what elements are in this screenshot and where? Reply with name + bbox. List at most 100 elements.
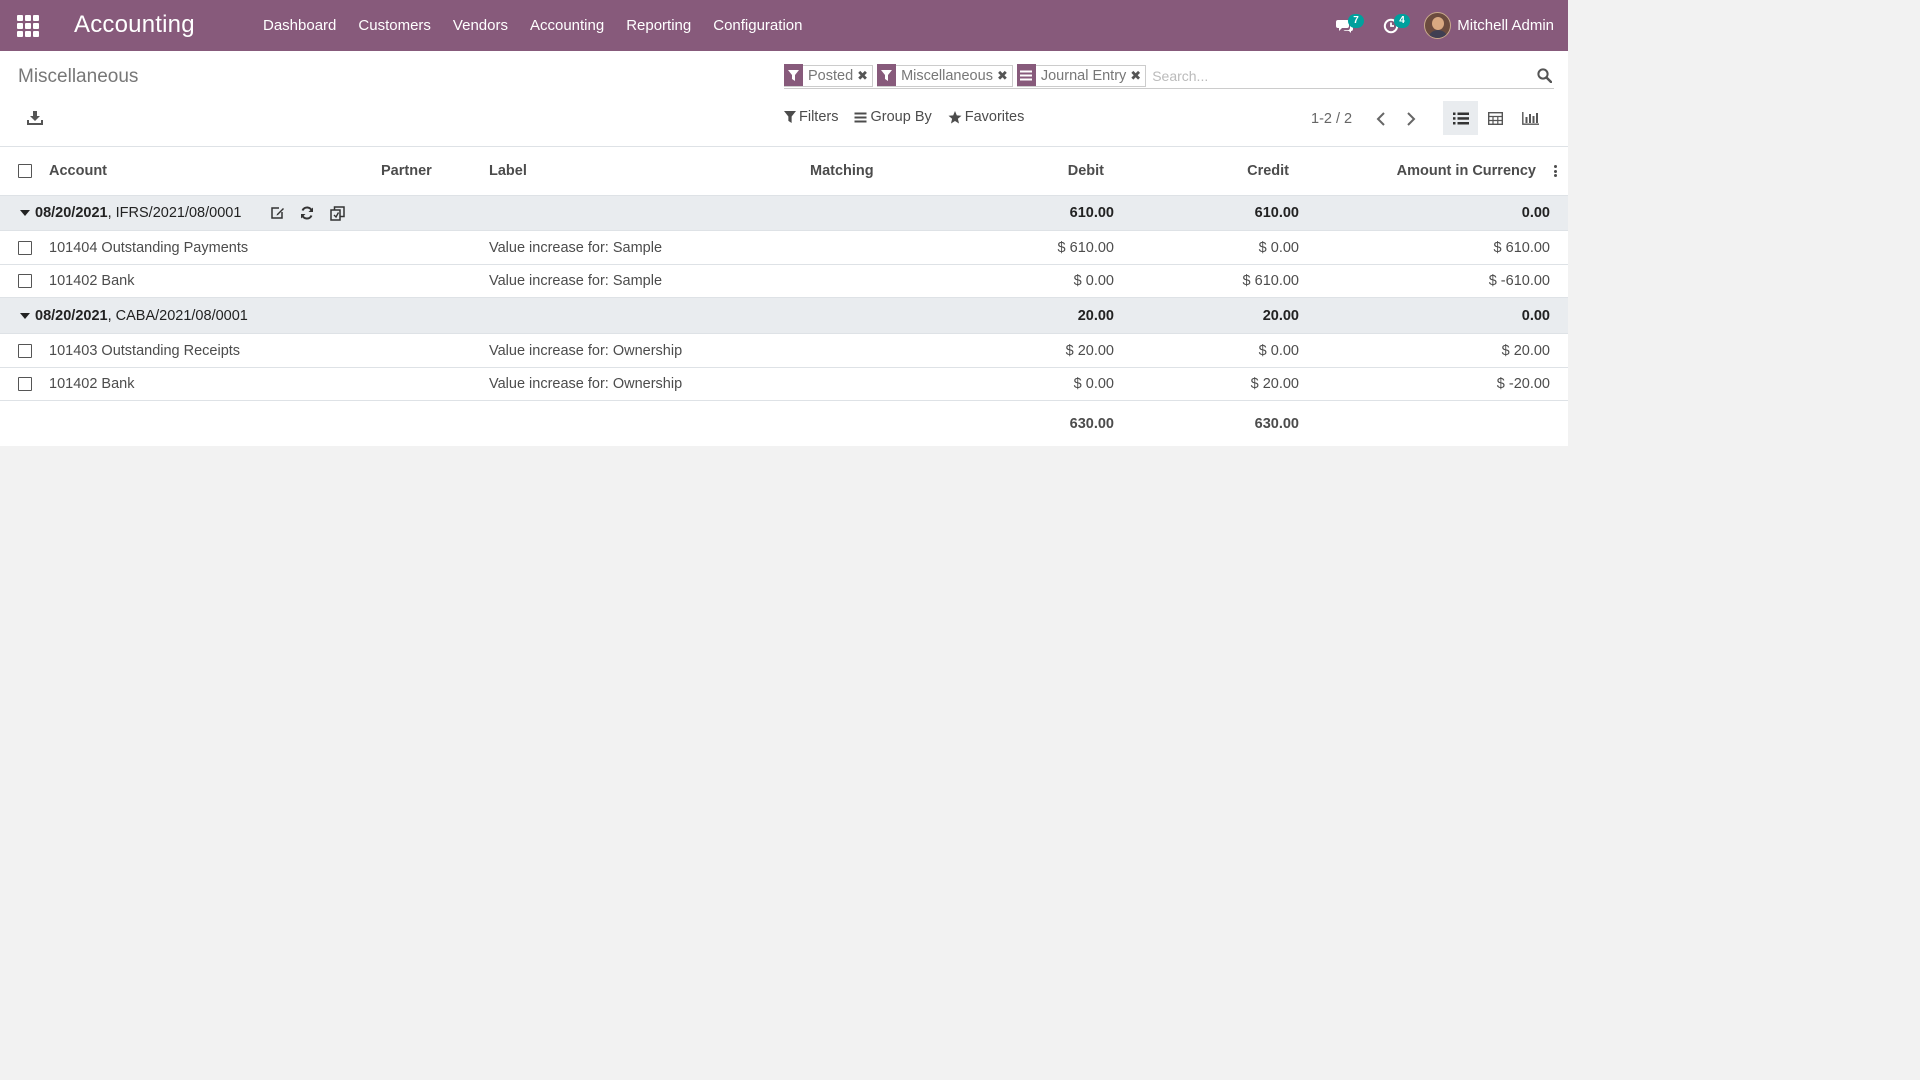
group-by-icon — [1016, 64, 1036, 86]
cell-amount-currency: $ 610.00 — [1493, 239, 1550, 256]
graph-view-button[interactable] — [1513, 101, 1548, 135]
facet-posted: Posted ✖ — [784, 64, 874, 87]
pager-previous[interactable] — [1366, 109, 1396, 129]
cell-label: Value increase for: Ownership — [489, 376, 683, 392]
column-credit[interactable]: Credit — [1140, 147, 1289, 195]
menu-accounting[interactable]: Accounting — [519, 0, 615, 51]
top-menu: Dashboard Customers Vendors Accounting R… — [252, 0, 813, 51]
cell-amount-currency: $ 20.00 — [1501, 342, 1550, 359]
bars-icon — [854, 112, 867, 122]
table-header: Account Partner Label Matching Debit Cre… — [0, 147, 1568, 196]
cell-debit: $ 0.00 — [1073, 376, 1114, 392]
pager-next[interactable] — [1396, 109, 1426, 129]
cell-debit: $ 610.00 — [1057, 239, 1114, 256]
refresh-group-button[interactable] — [292, 203, 322, 223]
table-row[interactable]: 101403 Outstanding Receipts Value increa… — [0, 334, 1568, 368]
app-brand[interactable]: Accounting — [74, 11, 195, 39]
cell-credit: $ 20.00 — [1250, 376, 1299, 392]
filter-icon — [877, 64, 897, 86]
select-all-checkbox[interactable] — [18, 164, 32, 178]
cell-credit: $ 0.00 — [1258, 342, 1299, 359]
messaging-menu[interactable]: 7 — [1322, 0, 1368, 51]
edit-group-button[interactable] — [262, 203, 292, 223]
row-checkbox[interactable] — [18, 377, 32, 391]
facet-remove-icon[interactable]: ✖ — [1130, 68, 1145, 84]
column-label[interactable]: Label — [489, 147, 527, 195]
export-button[interactable] — [26, 108, 44, 126]
table-icon — [1488, 111, 1503, 125]
favorites-dropdown[interactable]: Favorites — [948, 109, 1024, 125]
search-icon — [1536, 68, 1552, 83]
bar-chart-icon — [1522, 111, 1539, 125]
row-checkbox[interactable] — [18, 274, 32, 288]
cell-account: 101403 Outstanding Receipts — [49, 342, 241, 359]
journal-items-list: Account Partner Label Matching Debit Cre… — [0, 147, 1568, 446]
apps-menu-icon[interactable] — [17, 15, 39, 37]
caret-down-icon — [20, 312, 30, 319]
cell-credit: $ 610.00 — [1242, 273, 1299, 289]
group-row[interactable]: 08/20/2021 , CABA/2021/08/0001 20.00 20.… — [0, 298, 1568, 334]
caret-down-icon — [20, 210, 30, 216]
group-date: 08/20/2021 — [35, 205, 108, 221]
total-debit: 630.00 — [1069, 415, 1114, 432]
filters-dropdown[interactable]: Filters — [784, 109, 838, 125]
list-icon — [1452, 112, 1469, 124]
pivot-view-button[interactable] — [1478, 101, 1513, 135]
column-account[interactable]: Account — [49, 147, 107, 195]
group-debit: 610.00 — [1069, 205, 1114, 221]
group-ref: , CABA/2021/08/0001 — [107, 307, 248, 324]
facet-journal-entry: Journal Entry ✖ — [1016, 64, 1147, 87]
breadcrumb: Miscellaneous — [18, 66, 139, 87]
search-button[interactable] — [1534, 66, 1554, 86]
main-navbar: Accounting Dashboard Customers Vendors A… — [0, 0, 1568, 51]
table-row[interactable]: 101402 Bank Value increase for: Ownershi… — [0, 368, 1568, 401]
download-icon — [27, 111, 43, 125]
facet-remove-icon[interactable]: ✖ — [997, 68, 1012, 84]
table-row[interactable]: 101402 Bank Value increase for: Sample $… — [0, 265, 1568, 298]
user-name: Mitchell Admin — [1457, 17, 1554, 34]
column-debit[interactable]: Debit — [950, 147, 1104, 195]
edit-icon — [270, 207, 284, 219]
row-checkbox[interactable] — [18, 343, 32, 358]
group-by-dropdown[interactable]: Group By — [854, 109, 932, 125]
row-checkbox[interactable] — [18, 240, 32, 255]
group-amount-currency: 0.00 — [1521, 205, 1550, 221]
facet-miscellaneous: Miscellaneous ✖ — [877, 64, 1013, 87]
group-row[interactable]: 08/20/2021 , IFRS/2021/08/0001 610.00 61… — [0, 196, 1568, 231]
refresh-icon — [301, 206, 313, 220]
menu-reporting[interactable]: Reporting — [615, 0, 702, 51]
optional-columns-icon[interactable] — [1550, 163, 1560, 179]
search-options: Filters Group By Favorites — [784, 109, 1040, 125]
menu-configuration[interactable]: Configuration — [702, 0, 813, 51]
cell-amount-currency: $ -20.00 — [1496, 376, 1550, 392]
menu-customers[interactable]: Customers — [347, 0, 442, 51]
menu-vendors[interactable]: Vendors — [442, 0, 519, 51]
duplicate-group-button[interactable] — [322, 203, 352, 223]
list-view-button[interactable] — [1443, 101, 1478, 135]
activity-menu[interactable]: 4 — [1368, 0, 1414, 51]
user-menu[interactable]: Mitchell Admin — [1414, 12, 1568, 39]
facet-remove-icon[interactable]: ✖ — [857, 68, 872, 84]
systray: 7 4 Mitchell Admin — [1322, 0, 1568, 51]
search-input[interactable] — [1150, 67, 1534, 84]
control-panel: Miscellaneous Posted ✖ Miscellaneous ✖ J… — [0, 51, 1568, 147]
pager-value[interactable]: 1-2 / 2 — [1311, 111, 1352, 127]
column-partner[interactable]: Partner — [381, 147, 432, 195]
group-credit: 20.00 — [1262, 307, 1299, 324]
view-switcher — [1443, 101, 1548, 135]
table-footer: 630.00 630.00 — [0, 401, 1568, 446]
table-row[interactable]: 101404 Outstanding Payments Value increa… — [0, 231, 1568, 265]
cell-label: Value increase for: Sample — [489, 239, 663, 256]
column-matching[interactable]: Matching — [810, 147, 874, 195]
menu-dashboard[interactable]: Dashboard — [252, 0, 347, 51]
pager: 1-2 / 2 — [1311, 109, 1426, 129]
column-amount-currency[interactable]: Amount in Currency — [1330, 147, 1536, 195]
cell-debit: $ 0.00 — [1073, 273, 1114, 289]
search-bar: Posted ✖ Miscellaneous ✖ Journal Entry ✖ — [784, 63, 1554, 89]
cell-debit: $ 20.00 — [1065, 342, 1114, 359]
group-amount-currency: 0.00 — [1521, 307, 1550, 324]
group-credit: 610.00 — [1254, 205, 1299, 221]
filter-icon — [784, 64, 803, 86]
cell-label: Value increase for: Sample — [489, 273, 663, 289]
chevron-right-icon — [1407, 112, 1416, 126]
